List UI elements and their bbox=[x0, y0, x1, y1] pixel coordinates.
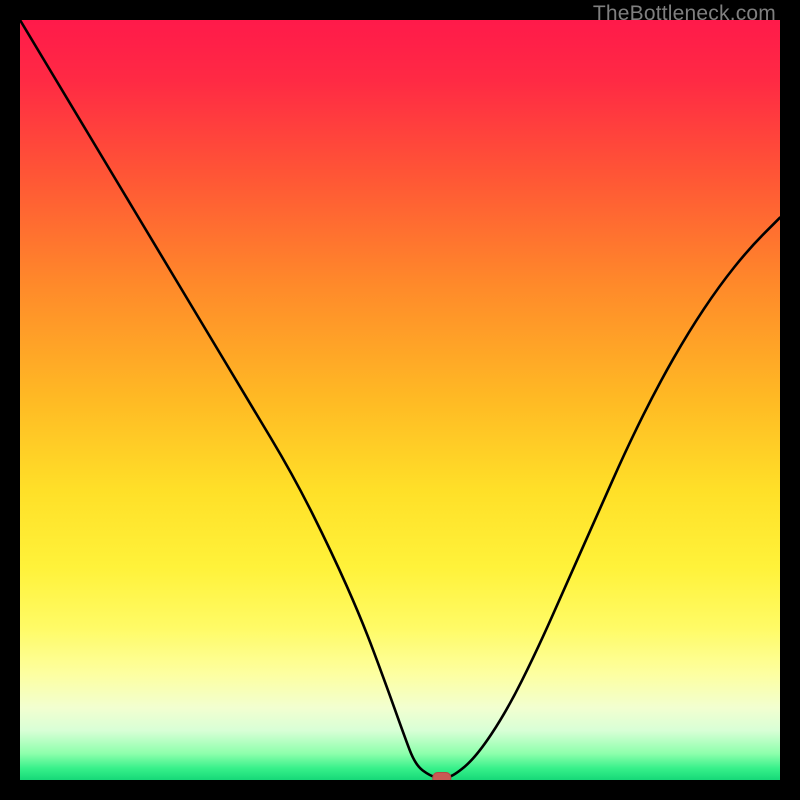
chart-frame bbox=[20, 20, 780, 780]
optimal-point-marker bbox=[433, 772, 451, 780]
plot-area bbox=[20, 20, 780, 780]
gradient-rect bbox=[20, 20, 780, 780]
chart-svg bbox=[20, 20, 780, 780]
attribution-label: TheBottleneck.com bbox=[593, 2, 776, 26]
